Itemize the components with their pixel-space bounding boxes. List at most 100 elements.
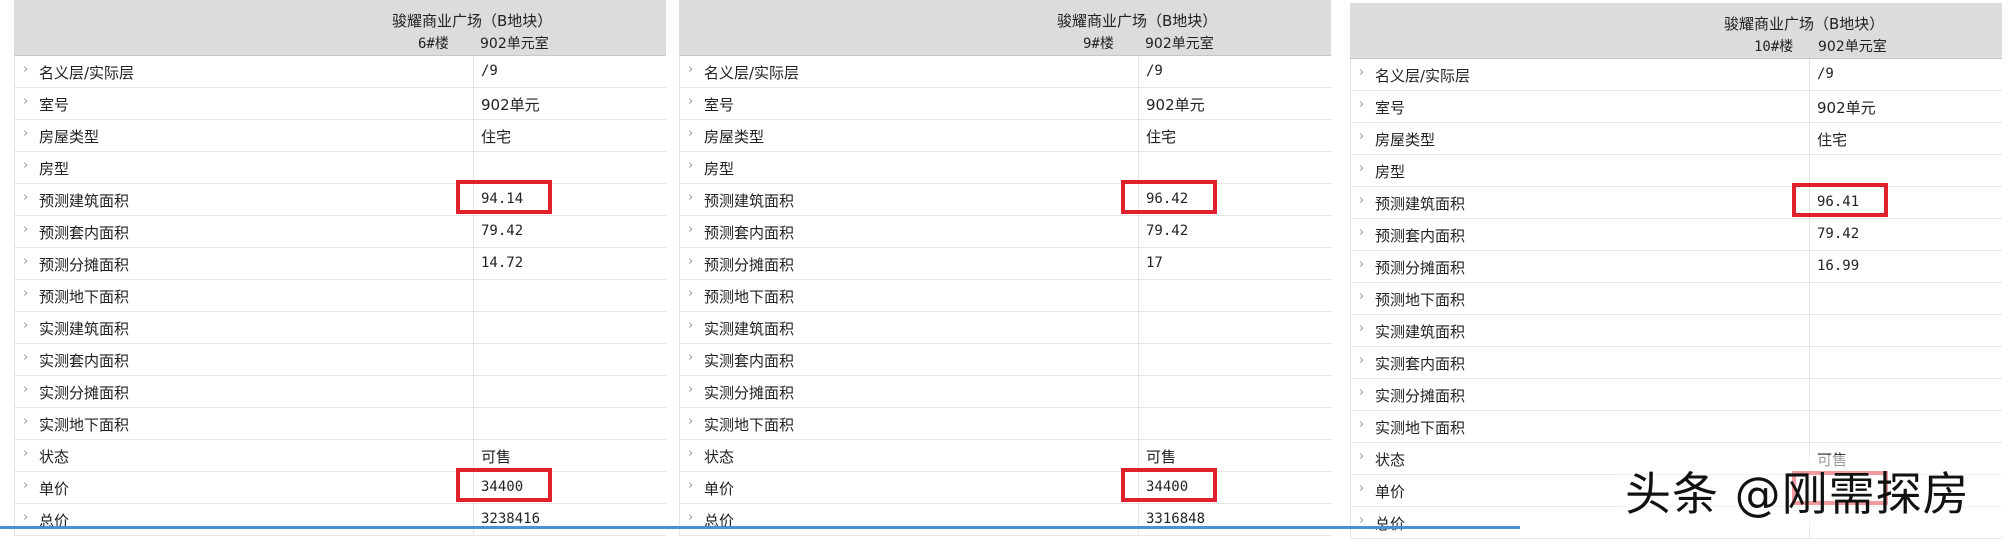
field-label: 总价 [1375, 515, 1406, 533]
table-row[interactable]: › 实测地下面积 [14, 408, 666, 440]
field-label: 实测建筑面积 [1375, 323, 1466, 341]
table-row[interactable]: › 实测分摊面积 [14, 376, 666, 408]
table-row[interactable]: › 实测地下面积 [679, 408, 1331, 440]
scroll-indicator [680, 526, 1520, 529]
column-divider [473, 120, 474, 151]
field-label: 房屋类型 [39, 128, 100, 146]
column-divider [473, 344, 474, 375]
field-label: 实测分摊面积 [1375, 387, 1466, 405]
table-row[interactable]: › 实测建筑面积 [1350, 315, 2002, 347]
field-value: 79.42 [1817, 226, 1860, 242]
table-row[interactable]: › 名义层/实际层/9 [679, 56, 1331, 88]
table-row[interactable]: › 实测分摊面积 [1350, 379, 2002, 411]
chevron-right-icon: › [1359, 97, 1365, 112]
table-row[interactable]: › 房屋类型 住宅 [14, 120, 666, 152]
chevron-right-icon: › [688, 382, 694, 397]
column-divider [1809, 219, 1810, 250]
column-divider [1809, 155, 1810, 186]
column-divider [1809, 411, 1810, 442]
building-number: 10#楼 [1754, 39, 1794, 55]
table-row[interactable]: › 室号 902单元 [679, 88, 1331, 120]
table-row[interactable]: › 单价 34400 [679, 472, 1331, 504]
chevron-right-icon: › [23, 286, 29, 301]
detail-rows: › 名义层/实际层/9 › 室号 902单元 › 房屋类型 住宅 › 房型 › 预测建筑面积 94.14… [14, 56, 666, 536]
panel-header: 骏耀商业广场（B地块） 6#楼 902单元室 [14, 0, 666, 56]
table-row[interactable]: › 实测套内面积 [679, 344, 1331, 376]
table-row[interactable]: › 房型 [679, 152, 1331, 184]
chevron-right-icon: › [688, 190, 694, 205]
column-divider [473, 216, 474, 247]
table-row[interactable]: › 预测分摊面积 17 [679, 248, 1331, 280]
table-row[interactable]: › 实测建筑面积 [679, 312, 1331, 344]
table-row[interactable]: › 预测建筑面积 96.41 [1350, 187, 2002, 219]
table-row[interactable]: › 实测套内面积 [1350, 347, 2002, 379]
chevron-right-icon: › [23, 62, 29, 77]
chevron-right-icon: › [23, 126, 29, 141]
table-row[interactable]: › 预测套内面积 79.42 [1350, 219, 2002, 251]
field-label: 状态 [39, 448, 70, 466]
field-label: 预测地下面积 [39, 288, 130, 306]
field-label: 预测套内面积 [39, 224, 130, 242]
field-value: 902单元 [1146, 96, 1205, 114]
chevron-right-icon: › [688, 222, 694, 237]
table-row[interactable]: › 预测分摊面积 16.99 [1350, 251, 2002, 283]
table-row[interactable]: › 预测地下面积 [14, 280, 666, 312]
field-label: 房型 [704, 160, 735, 178]
table-row[interactable]: › 总价 3238416 [14, 504, 666, 536]
field-value: 17 [1146, 255, 1163, 271]
field-value: 902单元 [481, 96, 540, 114]
chevron-right-icon: › [688, 510, 694, 525]
table-row[interactable]: › 状态 可售 [14, 440, 666, 472]
column-divider [473, 56, 474, 87]
table-row[interactable]: › 实测建筑面积 [14, 312, 666, 344]
table-row[interactable]: › 单价 34400 [14, 472, 666, 504]
field-value: 3238416 [481, 511, 541, 527]
table-row[interactable]: › 名义层/实际层/9 [14, 56, 666, 88]
room-number: 902单元室 [480, 36, 549, 52]
column-divider [473, 504, 474, 535]
field-label: 实测分摊面积 [39, 384, 130, 402]
field-label: 预测建筑面积 [704, 192, 795, 210]
field-label: 实测建筑面积 [39, 320, 130, 338]
field-label: 室号 [1375, 99, 1406, 117]
table-row[interactable]: › 总价 3316848 [679, 504, 1331, 536]
chevron-right-icon: › [23, 222, 29, 237]
table-row[interactable]: › 房型 [1350, 155, 2002, 187]
table-row[interactable]: › 房型 [14, 152, 666, 184]
table-row[interactable]: › 室号 902单元 [1350, 91, 2002, 123]
table-row[interactable]: › 房屋类型 住宅 [679, 120, 1331, 152]
field-label: 实测套内面积 [1375, 355, 1466, 373]
table-row[interactable]: › 实测分摊面积 [679, 376, 1331, 408]
table-row[interactable]: › 室号 902单元 [14, 88, 666, 120]
chevron-right-icon: › [23, 446, 29, 461]
field-label: 单价 [39, 480, 70, 498]
table-row[interactable]: › 预测套内面积 79.42 [14, 216, 666, 248]
table-row[interactable]: › 状态 可售 [679, 440, 1331, 472]
table-row[interactable]: › 预测建筑面积 94.14 [14, 184, 666, 216]
table-row[interactable]: › 预测分摊面积 14.72 [14, 248, 666, 280]
field-label: 名义层/实际层 [39, 64, 135, 82]
column-divider [1138, 344, 1139, 375]
field-label: 房型 [1375, 163, 1406, 181]
field-label: 实测套内面积 [704, 352, 795, 370]
chevron-right-icon: › [23, 350, 29, 365]
chevron-right-icon: › [23, 510, 29, 525]
field-value: 14.72 [481, 255, 524, 271]
field-label: 预测建筑面积 [39, 192, 130, 210]
table-row[interactable]: › 预测套内面积 79.42 [679, 216, 1331, 248]
table-row[interactable]: › 预测建筑面积 96.42 [679, 184, 1331, 216]
table-row[interactable]: › 房屋类型 住宅 [1350, 123, 2002, 155]
chevron-right-icon: › [1359, 257, 1365, 272]
table-row[interactable]: › 实测套内面积 [14, 344, 666, 376]
table-row[interactable]: › 实测地下面积 [1350, 411, 2002, 443]
field-label: 实测地下面积 [1375, 419, 1466, 437]
scroll-indicator [0, 526, 680, 529]
table-row[interactable]: › 预测地下面积 [679, 280, 1331, 312]
table-row[interactable]: › 预测地下面积 [1350, 283, 2002, 315]
column-divider [473, 312, 474, 343]
field-value: 3316848 [1146, 511, 1206, 527]
column-divider [473, 376, 474, 407]
column-divider [1138, 504, 1139, 535]
table-row[interactable]: › 名义层/实际层/9 [1350, 59, 2002, 91]
column-divider [1138, 312, 1139, 343]
